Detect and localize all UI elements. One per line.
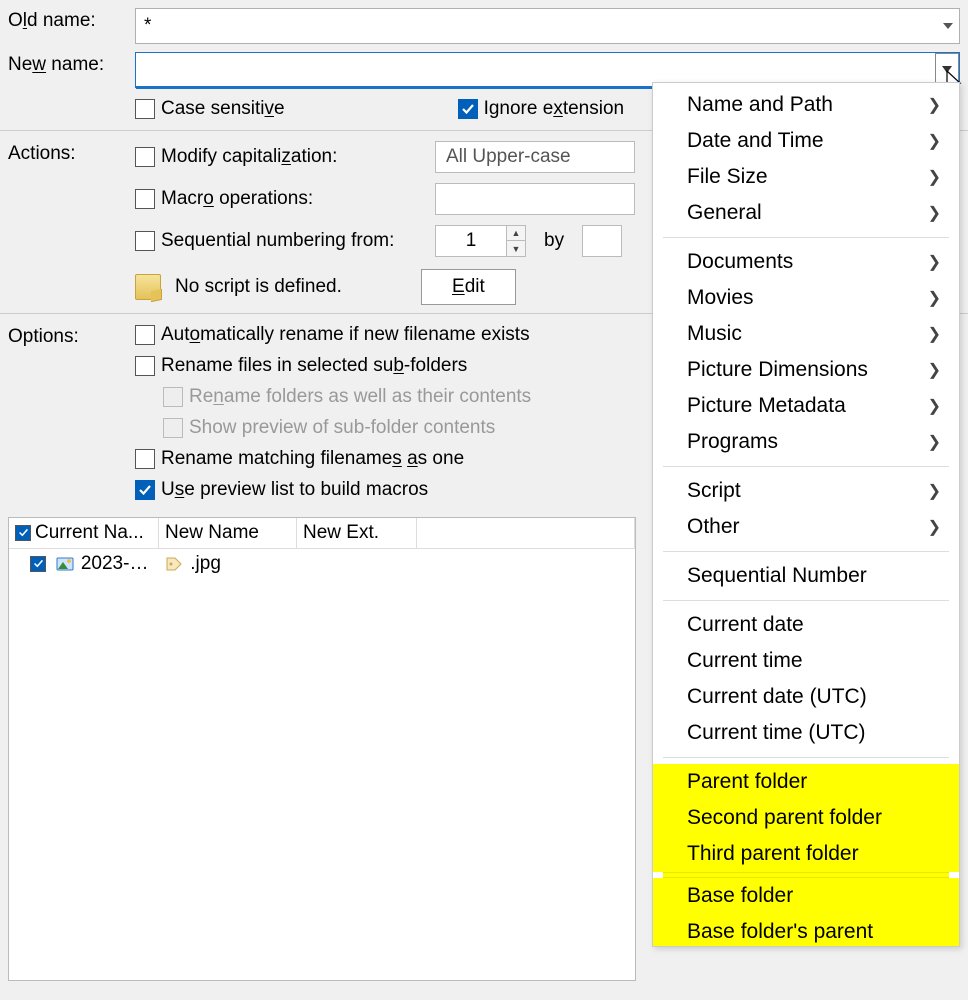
- seq-start-spinner[interactable]: ▲ ▼: [435, 225, 526, 257]
- chevron-right-icon: ❯: [928, 432, 941, 452]
- auto-rename-label: Automatically rename if new filename exi…: [161, 324, 530, 346]
- menu-base-folder-parent[interactable]: Base folder's parent: [653, 914, 959, 946]
- show-preview-checkbox: Show preview of sub-folder contents: [163, 417, 495, 439]
- sequential-numbering-label: Sequential numbering from:: [161, 230, 394, 252]
- menu-current-date-utc[interactable]: Current date (UTC): [653, 679, 959, 715]
- row-name: 2023-0...: [81, 553, 156, 574]
- menu-music[interactable]: Music❯: [653, 316, 959, 352]
- capitalization-select[interactable]: All Upper-case: [435, 141, 635, 173]
- menu-file-size[interactable]: File Size❯: [653, 159, 959, 195]
- menu-documents[interactable]: Documents❯: [653, 244, 959, 280]
- menu-separator: [663, 551, 949, 552]
- chevron-down-icon: [943, 23, 953, 29]
- menu-picture-dimensions[interactable]: Picture Dimensions❯: [653, 352, 959, 388]
- rename-subfolders-checkbox[interactable]: Rename files in selected sub-folders: [135, 355, 467, 377]
- auto-rename-checkbox[interactable]: Automatically rename if new filename exi…: [135, 324, 530, 346]
- new-name-label: New name:: [0, 52, 135, 76]
- rename-matching-checkbox[interactable]: Rename matching filenames as one: [135, 448, 464, 470]
- chevron-right-icon: ❯: [928, 203, 941, 223]
- header-new-name[interactable]: New Name: [159, 518, 297, 548]
- use-preview-checkbox[interactable]: Use preview list to build macros: [135, 479, 428, 501]
- header-new-ext[interactable]: New Ext.: [297, 518, 417, 548]
- ignore-extension-checkbox[interactable]: Ignore extension: [458, 98, 625, 120]
- menu-parent-folder[interactable]: Parent folder: [653, 764, 959, 800]
- case-sensitive-label: Case sensitive: [161, 98, 285, 120]
- spinner-down-icon[interactable]: ▼: [507, 241, 525, 256]
- macro-operations-checkbox[interactable]: Macro operations:: [135, 188, 405, 210]
- actions-label: Actions:: [0, 141, 135, 165]
- seq-by-input[interactable]: [582, 225, 622, 257]
- rename-folders-label: Rename folders as well as their contents: [189, 386, 531, 408]
- menu-second-parent-folder[interactable]: Second parent folder: [653, 800, 959, 836]
- menu-programs[interactable]: Programs❯: [653, 424, 959, 460]
- menu-third-parent-folder[interactable]: Third parent folder: [653, 836, 959, 872]
- menu-date-and-time[interactable]: Date and Time❯: [653, 123, 959, 159]
- case-sensitive-checkbox[interactable]: Case sensitive: [135, 98, 285, 120]
- macro-select[interactable]: [435, 183, 635, 215]
- row-new-ext: .jpg: [190, 553, 221, 574]
- chevron-right-icon: ❯: [928, 324, 941, 344]
- ignore-extension-label: Ignore extension: [484, 98, 625, 120]
- use-preview-label: Use preview list to build macros: [161, 479, 428, 501]
- chevron-right-icon: ❯: [928, 252, 941, 272]
- menu-name-and-path[interactable]: Name and Path❯: [653, 87, 959, 123]
- rename-subfolders-label: Rename files in selected sub-folders: [161, 355, 467, 377]
- menu-movies[interactable]: Movies❯: [653, 280, 959, 316]
- rename-folders-checkbox: Rename folders as well as their contents: [163, 386, 531, 408]
- menu-general[interactable]: General❯: [653, 195, 959, 231]
- macro-operations-label: Macro operations:: [161, 188, 313, 210]
- old-name-label: Old name:: [0, 8, 135, 32]
- modify-capitalization-checkbox[interactable]: Modify capitalization:: [135, 146, 405, 168]
- menu-base-folder[interactable]: Base folder: [653, 878, 959, 914]
- menu-current-date[interactable]: Current date: [653, 607, 959, 643]
- script-icon: [135, 274, 161, 300]
- chevron-right-icon: ❯: [928, 131, 941, 151]
- chevron-right-icon: ❯: [928, 396, 941, 416]
- edit-button[interactable]: Edit: [421, 269, 516, 305]
- old-name-combo[interactable]: *: [135, 8, 960, 44]
- spinner-up-icon[interactable]: ▲: [507, 226, 525, 241]
- sequential-numbering-checkbox[interactable]: Sequential numbering from:: [135, 230, 405, 252]
- chevron-right-icon: ❯: [928, 95, 941, 115]
- chevron-right-icon: ❯: [928, 517, 941, 537]
- preview-table[interactable]: Current Na... New Name New Ext. 2023-0..…: [8, 517, 636, 981]
- show-preview-label: Show preview of sub-folder contents: [189, 417, 495, 439]
- chevron-right-icon: ❯: [928, 481, 941, 501]
- modify-capitalization-label: Modify capitalization:: [161, 146, 337, 168]
- menu-separator: [663, 237, 949, 238]
- options-label: Options:: [0, 324, 135, 348]
- header-current-name[interactable]: Current Na...: [9, 518, 159, 548]
- menu-current-time-utc[interactable]: Current time (UTC): [653, 715, 959, 751]
- chevron-right-icon: ❯: [928, 360, 941, 380]
- menu-picture-metadata[interactable]: Picture Metadata❯: [653, 388, 959, 424]
- menu-separator: [663, 466, 949, 467]
- tag-icon: [165, 556, 183, 572]
- old-name-value: *: [144, 15, 151, 37]
- script-status: No script is defined.: [175, 276, 407, 298]
- placeholder-menu[interactable]: Name and Path❯ Date and Time❯ File Size❯…: [652, 82, 960, 947]
- row-checkbox[interactable]: [30, 556, 46, 572]
- menu-current-time[interactable]: Current time: [653, 643, 959, 679]
- menu-other[interactable]: Other❯: [653, 509, 959, 545]
- chevron-right-icon: ❯: [928, 167, 941, 187]
- menu-sequential-number[interactable]: Sequential Number: [653, 558, 959, 594]
- menu-separator: [663, 757, 949, 758]
- table-row[interactable]: 2023-0... .jpg: [9, 549, 635, 579]
- seq-start-input[interactable]: [436, 226, 506, 256]
- by-label: by: [544, 230, 564, 252]
- rename-matching-label: Rename matching filenames as one: [161, 448, 464, 470]
- chevron-right-icon: ❯: [928, 288, 941, 308]
- header-empty: [417, 518, 635, 548]
- menu-script[interactable]: Script❯: [653, 473, 959, 509]
- menu-separator: [663, 600, 949, 601]
- header-checkbox[interactable]: [15, 525, 31, 541]
- image-file-icon: [56, 556, 74, 572]
